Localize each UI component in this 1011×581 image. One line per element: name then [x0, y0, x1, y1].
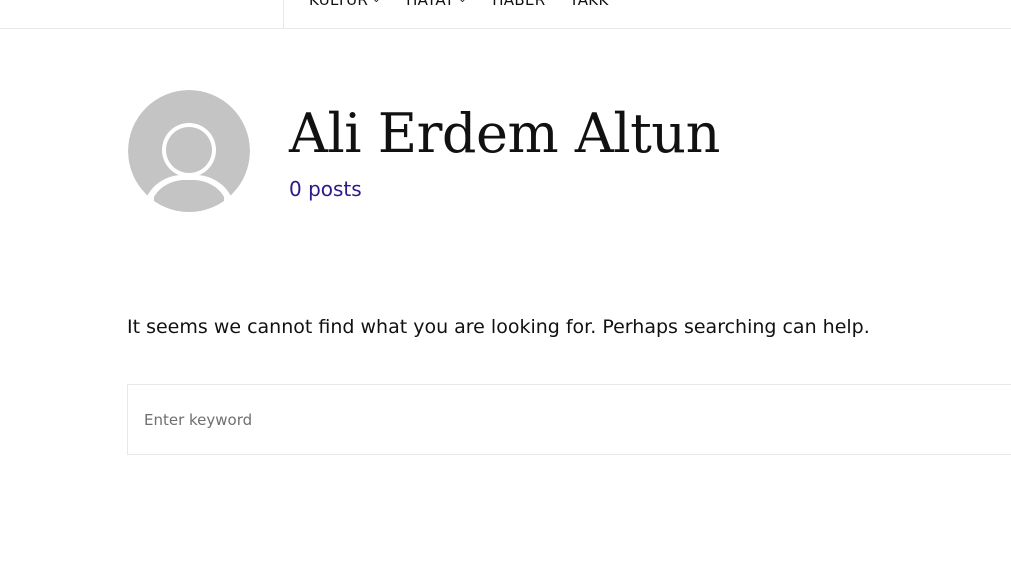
- default-avatar-icon: [128, 90, 250, 212]
- main-menu: KÜLTÜR ⌄ HAYAT ⌄ HABER YAKK: [309, 0, 633, 10]
- nav-item-hayat[interactable]: HAYAT ⌄: [406, 0, 468, 9]
- nav-item-yakk[interactable]: YAKK: [569, 0, 608, 9]
- top-navigation: KÜLTÜR ⌄ HAYAT ⌄ HABER YAKK: [0, 0, 1011, 29]
- search-form: [127, 384, 1011, 455]
- nav-divider: [283, 0, 284, 29]
- nav-item-label: HABER: [492, 0, 546, 9]
- author-name: Ali Erdem Altun: [289, 102, 720, 165]
- chevron-down-icon: ⌄: [458, 0, 468, 5]
- nav-item-label: HAYAT: [406, 0, 455, 9]
- nav-item-label: KÜLTÜR: [309, 0, 369, 9]
- author-avatar: [128, 90, 250, 212]
- nav-item-label: YAKK: [569, 0, 609, 9]
- chevron-down-icon: ⌄: [372, 0, 382, 5]
- author-posts-count[interactable]: 0 posts: [289, 177, 720, 201]
- author-header: Ali Erdem Altun 0 posts: [128, 90, 720, 212]
- author-info: Ali Erdem Altun 0 posts: [289, 102, 720, 202]
- search-input[interactable]: [128, 385, 1011, 454]
- nav-item-haber[interactable]: HABER: [492, 0, 545, 9]
- nav-item-kultur[interactable]: KÜLTÜR ⌄: [309, 0, 382, 9]
- no-results-message: It seems we cannot find what you are loo…: [127, 316, 870, 338]
